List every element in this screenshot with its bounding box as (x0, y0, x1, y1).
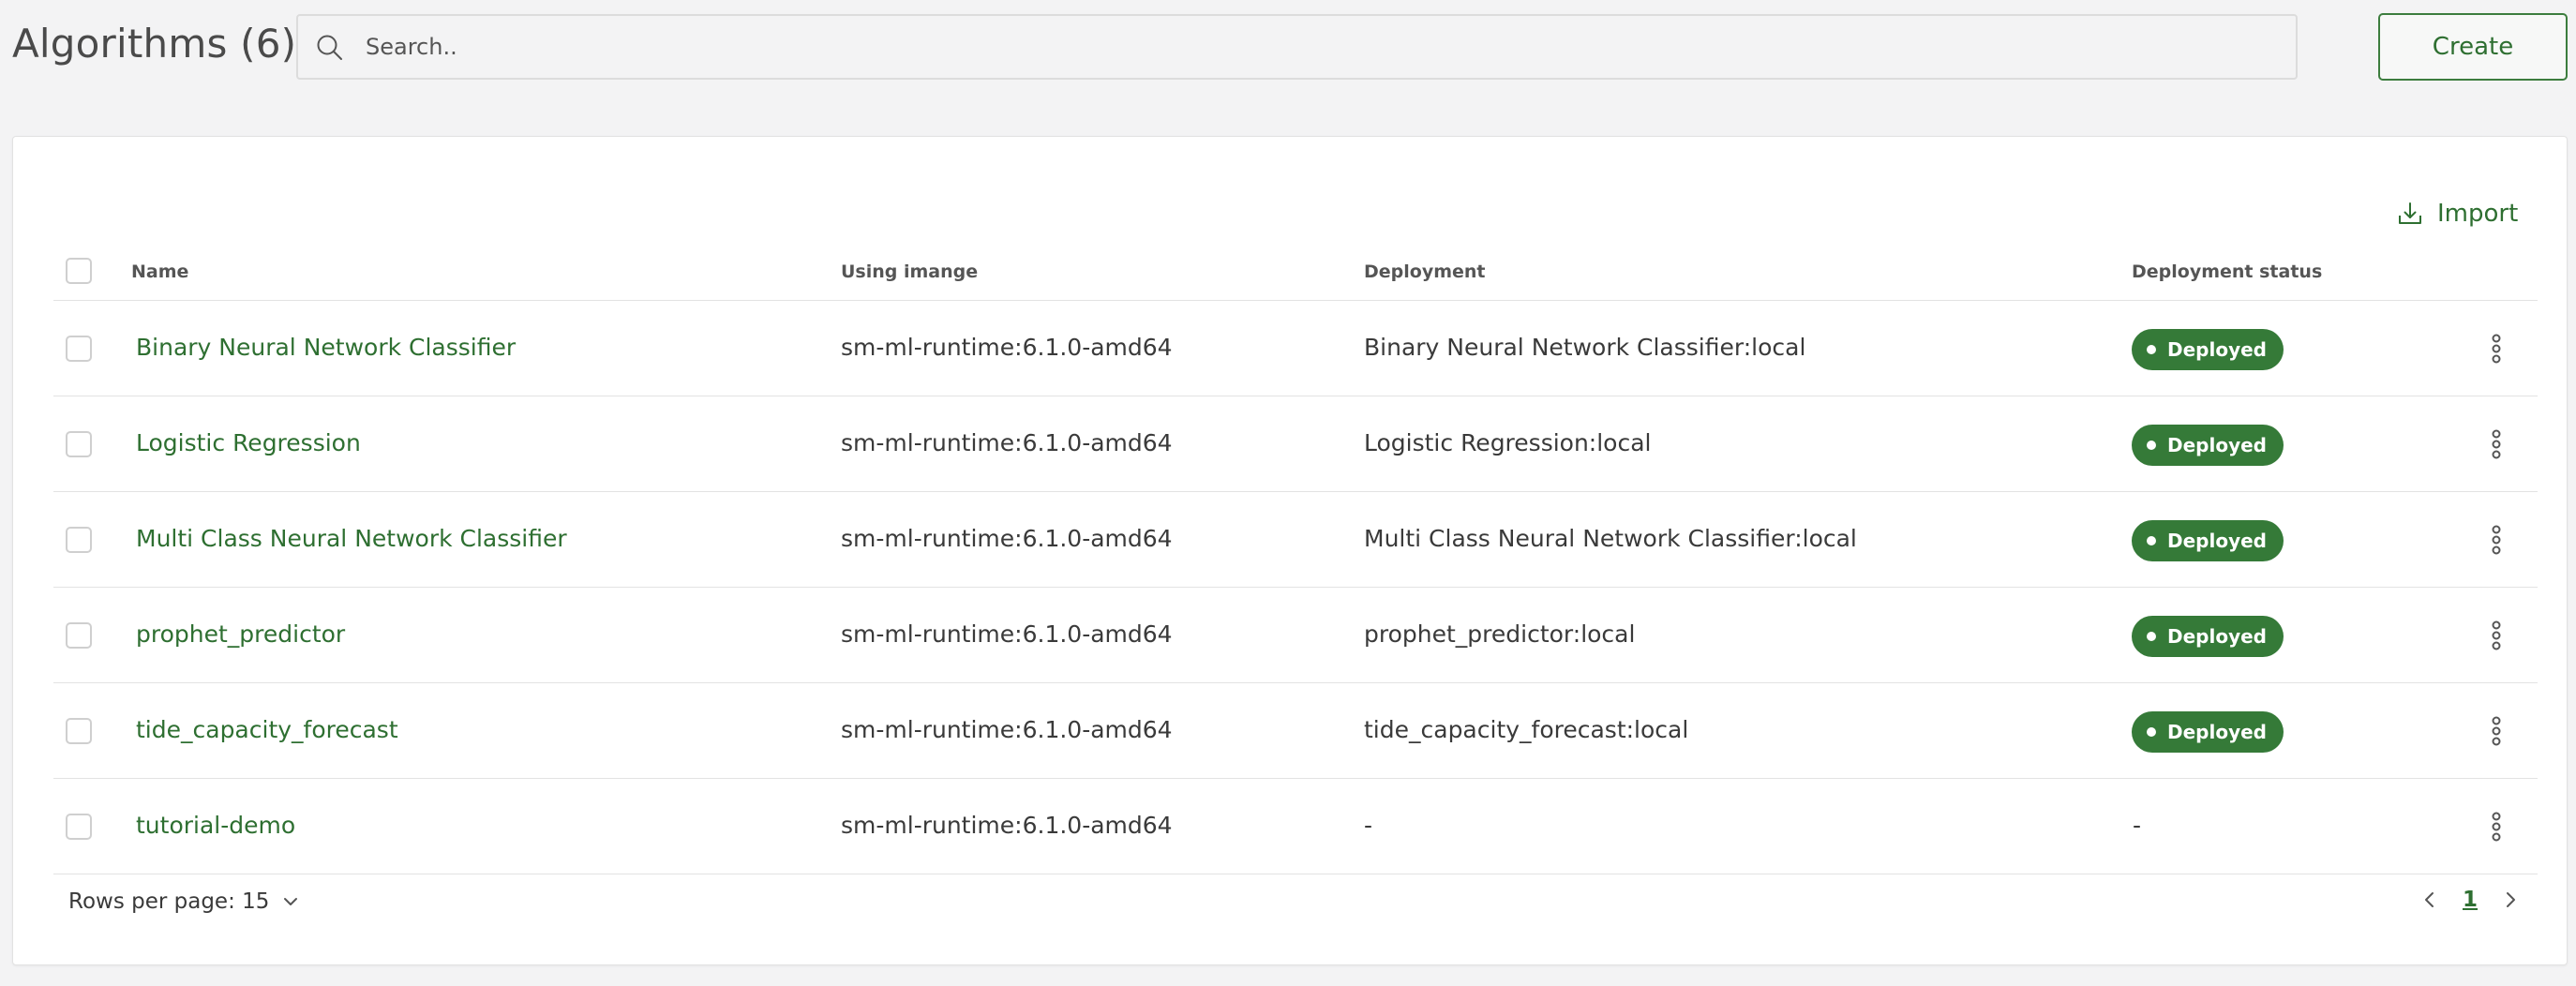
deployment-cell: prophet_predictor:local (1364, 620, 1636, 648)
status-label: Deployed (2167, 530, 2267, 552)
status-dot-icon (2147, 345, 2156, 354)
import-label: Import (2437, 200, 2519, 228)
algorithm-name-link[interactable]: Binary Neural Network Classifier (136, 334, 516, 361)
kebab-menu-icon[interactable] (2485, 810, 2508, 844)
page-title: Algorithms (6) (12, 21, 297, 67)
kebab-menu-icon[interactable] (2485, 714, 2508, 748)
deployment-cell: Multi Class Neural Network Classifier:lo… (1364, 525, 1857, 552)
table-row: tutorial-demo sm-ml-runtime:6.1.0-amd64 … (53, 779, 2538, 874)
import-button[interactable]: Import (2396, 195, 2518, 232)
prev-page-button[interactable] (2416, 886, 2444, 914)
status-badge: Deployed (2132, 616, 2284, 657)
status-badge: Deployed (2132, 520, 2284, 561)
pagination: 1 (2416, 886, 2524, 914)
rows-per-page-label: Rows per page: 15 (68, 889, 270, 914)
kebab-menu-icon[interactable] (2485, 427, 2508, 461)
top-bar: Algorithms (6) Create (0, 0, 2576, 94)
next-page-button[interactable] (2496, 886, 2524, 914)
create-button[interactable]: Create (2378, 13, 2568, 81)
status-label: Deployed (2167, 434, 2267, 456)
kebab-menu-icon[interactable] (2485, 619, 2508, 652)
algorithm-name-link[interactable]: Multi Class Neural Network Classifier (136, 525, 567, 552)
algorithms-table: Name Using imange Deployment Deployment … (53, 245, 2538, 933)
table-header: Name Using imange Deployment Deployment … (53, 245, 2538, 301)
table-footer: Rows per page: 15 1 (53, 874, 2538, 933)
select-all-checkbox[interactable] (66, 258, 92, 284)
table-row: Binary Neural Network Classifier sm-ml-r… (53, 301, 2538, 396)
row-checkbox[interactable] (66, 814, 92, 840)
kebab-menu-icon[interactable] (2485, 523, 2508, 557)
status-label: Deployed (2167, 338, 2267, 361)
table-row: Logistic Regression sm-ml-runtime:6.1.0-… (53, 396, 2538, 492)
deployment-cell: tide_capacity_forecast:local (1364, 716, 1689, 743)
deployment-cell: Logistic Regression:local (1364, 429, 1652, 456)
column-header-name[interactable]: Name (131, 261, 188, 282)
import-icon (2399, 202, 2421, 224)
column-header-image[interactable]: Using imange (841, 261, 978, 282)
status-dot-icon (2147, 632, 2156, 641)
search-input[interactable] (364, 16, 2276, 78)
algorithm-name-link[interactable]: prophet_predictor (136, 620, 345, 648)
status-badge: Deployed (2132, 329, 2284, 370)
column-header-status[interactable]: Deployment status (2132, 261, 2322, 282)
image-cell: sm-ml-runtime:6.1.0-amd64 (841, 716, 1173, 743)
row-checkbox[interactable] (66, 622, 92, 649)
image-cell: sm-ml-runtime:6.1.0-amd64 (841, 525, 1173, 552)
status-label: Deployed (2167, 625, 2267, 648)
kebab-menu-icon[interactable] (2485, 332, 2508, 366)
page-number[interactable]: 1 (2463, 888, 2478, 912)
status-badge: Deployed (2132, 425, 2284, 466)
image-cell: sm-ml-runtime:6.1.0-amd64 (841, 812, 1173, 839)
column-header-deployment[interactable]: Deployment (1364, 261, 1486, 282)
status-label: Deployed (2167, 721, 2267, 743)
status-badge: Deployed (2132, 711, 2284, 753)
image-cell: sm-ml-runtime:6.1.0-amd64 (841, 429, 1173, 456)
deployment-cell: - (1364, 812, 1373, 839)
algorithm-name-link[interactable]: tide_capacity_forecast (136, 716, 398, 743)
status-dot-icon (2147, 727, 2156, 737)
row-checkbox[interactable] (66, 336, 92, 362)
chevron-left-icon (2425, 892, 2434, 907)
chevron-down-icon (284, 898, 298, 905)
search-box[interactable] (296, 14, 2298, 80)
row-checkbox[interactable] (66, 718, 92, 744)
status-dot-icon (2147, 441, 2156, 450)
rows-per-page-select[interactable]: Rows per page: 15 (68, 889, 301, 914)
status-cell: - (2133, 812, 2142, 839)
search-icon (317, 35, 342, 60)
row-checkbox[interactable] (66, 527, 92, 553)
table-row: tide_capacity_forecast sm-ml-runtime:6.1… (53, 683, 2538, 779)
table-row: prophet_predictor sm-ml-runtime:6.1.0-am… (53, 588, 2538, 683)
deployment-cell: Binary Neural Network Classifier:local (1364, 334, 1806, 361)
algorithm-name-link[interactable]: tutorial-demo (136, 812, 295, 839)
image-cell: sm-ml-runtime:6.1.0-amd64 (841, 334, 1173, 361)
image-cell: sm-ml-runtime:6.1.0-amd64 (841, 620, 1173, 648)
row-checkbox[interactable] (66, 431, 92, 457)
algorithm-name-link[interactable]: Logistic Regression (136, 429, 361, 456)
chevron-right-icon (2507, 892, 2516, 907)
status-dot-icon (2147, 536, 2156, 545)
table-row: Multi Class Neural Network Classifier sm… (53, 492, 2538, 588)
algorithms-card: Import Name Using imange Deployment Depl… (12, 136, 2568, 965)
